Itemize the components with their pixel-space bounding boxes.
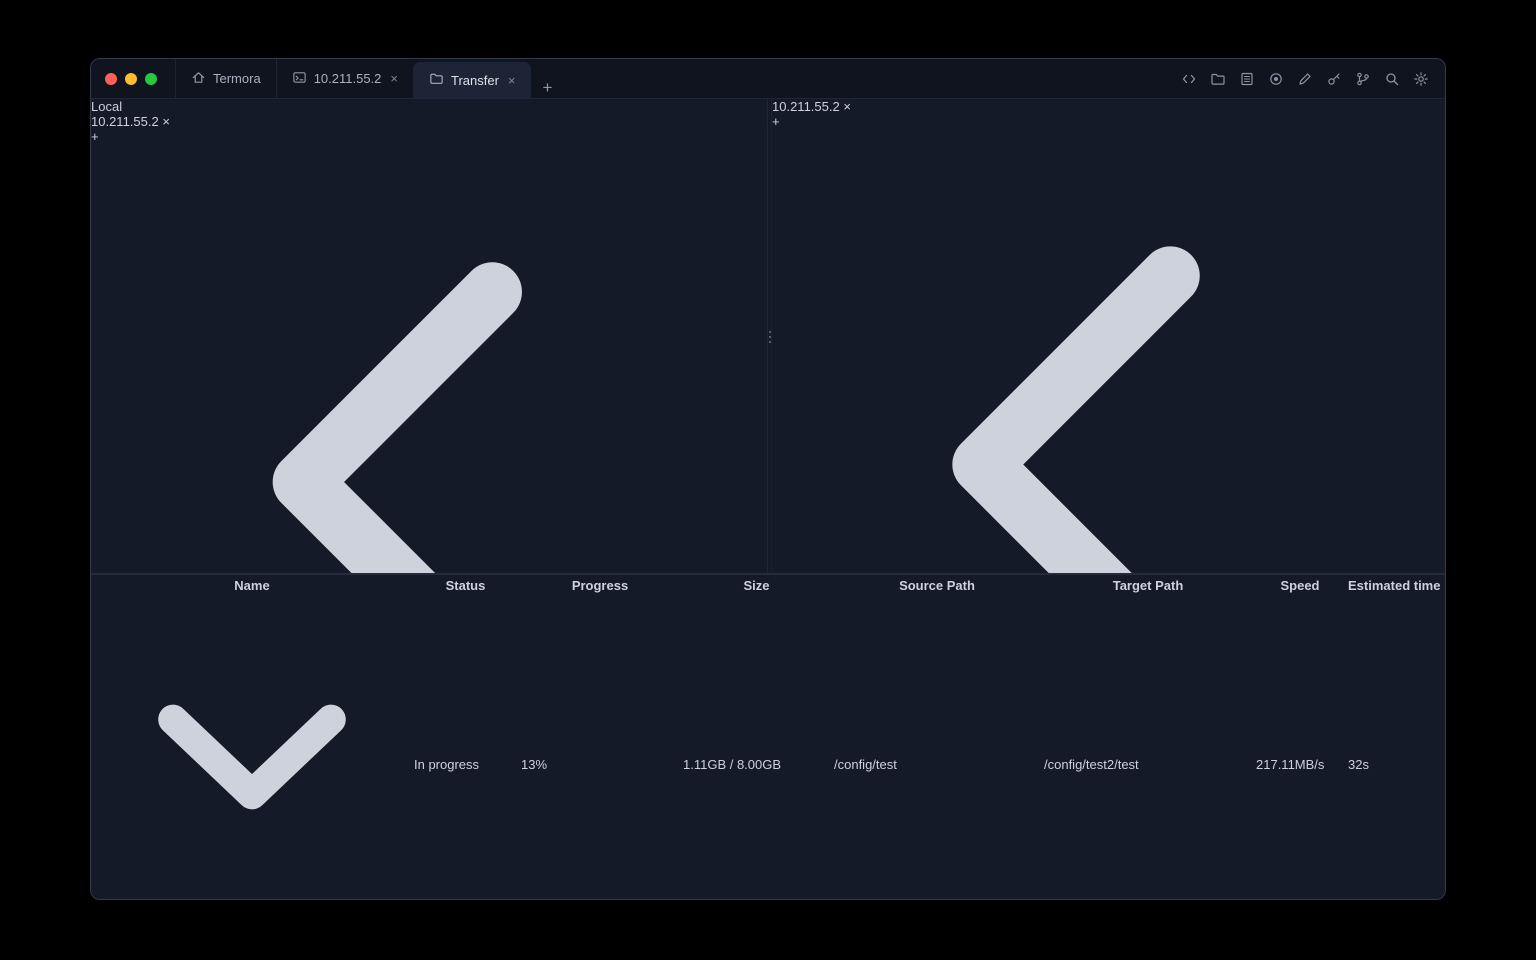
col-source-path[interactable]: Source Path xyxy=(833,577,1041,594)
minimize-window-button[interactable] xyxy=(125,72,137,85)
col-speed[interactable]: Speed xyxy=(1255,577,1345,594)
right-file-panel: 10.211.55.2 × + > config > test2 xyxy=(772,99,1443,573)
record-icon[interactable] xyxy=(1263,66,1288,91)
progress-bar: 13% xyxy=(521,756,548,772)
transfer-row[interactable]: test In progress 13% 1.11GB / 8.00GB /co… xyxy=(93,596,1441,900)
col-progress[interactable]: Progress xyxy=(520,577,680,594)
left-toolbar: > config xyxy=(91,144,767,573)
col-status[interactable]: Status xyxy=(413,577,518,594)
window-controls xyxy=(91,59,175,98)
tab-remote-10-211-55-2[interactable]: 10.211.55.2 × xyxy=(91,114,767,129)
left-panel-tabs: Local 10.211.55.2 × + xyxy=(91,99,767,144)
tab-label: Termora xyxy=(213,71,261,86)
add-tab-button[interactable]: + xyxy=(772,114,1443,129)
edit-icon[interactable] xyxy=(1292,66,1317,91)
transfer-panel: Name Status Progress Size Source Path Ta… xyxy=(91,575,1445,900)
branch-icon[interactable] xyxy=(1350,66,1375,91)
titlebar-actions xyxy=(1176,59,1445,98)
main-content: Local 10.211.55.2 × + > config xyxy=(91,99,1445,900)
tab-label: Transfer xyxy=(451,72,499,88)
add-tab-button[interactable]: + xyxy=(91,129,767,144)
transfer-table: Name Status Progress Size Source Path Ta… xyxy=(91,575,1443,900)
close-tab-icon[interactable]: × xyxy=(508,73,516,88)
titlebar-tab-termora[interactable]: Termora xyxy=(175,59,276,98)
settings-icon[interactable] xyxy=(1408,66,1433,91)
search-icon[interactable] xyxy=(1379,66,1404,91)
home-icon xyxy=(191,70,206,88)
terminal-icon xyxy=(292,70,307,88)
tab-remote-10-211-55-2[interactable]: 10.211.55.2 × xyxy=(772,99,1443,114)
key-icon[interactable] xyxy=(1321,66,1346,91)
right-toolbar: > config > test2 xyxy=(772,129,1443,573)
table-header: Name Status Progress Size Source Path Ta… xyxy=(93,577,1441,594)
new-tab-button[interactable]: + xyxy=(531,78,565,98)
titlebar-tab-transfer[interactable]: Transfer × xyxy=(413,62,531,98)
col-size[interactable]: Size xyxy=(682,577,831,594)
file-panes: Local 10.211.55.2 × + > config xyxy=(91,99,1445,573)
close-window-button[interactable] xyxy=(105,72,117,85)
close-tab-icon[interactable]: × xyxy=(162,114,170,129)
col-estimated-time[interactable]: Estimated time xyxy=(1347,577,1441,594)
titlebar-tab-host[interactable]: 10.211.55.2 × xyxy=(275,59,413,98)
right-panel-tabs: 10.211.55.2 × + xyxy=(772,99,1443,129)
folder-icon xyxy=(429,71,444,89)
tab-local[interactable]: Local xyxy=(91,99,767,114)
close-tab-icon[interactable]: × xyxy=(843,99,851,114)
tab-label: 10.211.55.2 xyxy=(313,71,382,86)
titlebar: Termora 10.211.55.2 × Transfer × + xyxy=(91,59,1445,99)
tab-label: 10.211.55.2 xyxy=(91,114,159,129)
zoom-window-button[interactable] xyxy=(145,72,157,85)
close-tab-icon[interactable]: × xyxy=(390,71,398,86)
col-name[interactable]: Name xyxy=(93,577,411,594)
log-icon[interactable] xyxy=(1234,66,1259,91)
col-target-path[interactable]: Target Path xyxy=(1043,577,1253,594)
code-icon[interactable] xyxy=(1176,66,1201,91)
chevron-down-icon[interactable] xyxy=(94,597,410,900)
tab-label: Local xyxy=(91,99,123,114)
left-file-panel: Local 10.211.55.2 × + > config xyxy=(91,99,767,573)
tab-label: 10.211.55.2 xyxy=(772,99,840,114)
app-window: Termora 10.211.55.2 × Transfer × + Local… xyxy=(90,58,1446,900)
splitter-handle-icon xyxy=(768,331,771,343)
titlebar-tabs: Termora 10.211.55.2 × Transfer × + xyxy=(175,59,565,98)
folder-icon[interactable] xyxy=(1205,66,1230,91)
